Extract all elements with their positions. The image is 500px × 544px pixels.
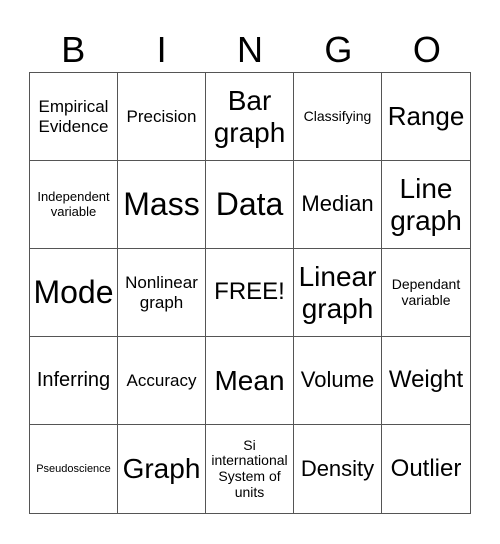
bingo-cell[interactable]: Graph <box>118 425 206 513</box>
bingo-cell[interactable]: Independent variable <box>30 161 118 249</box>
bingo-cell[interactable]: Empirical Evidence <box>30 73 118 161</box>
bingo-cell[interactable]: Linear graph <box>294 249 382 337</box>
bingo-cell[interactable]: Range <box>382 73 470 161</box>
bingo-cell[interactable]: Inferring <box>30 337 118 425</box>
header-letter-n: N <box>237 29 264 70</box>
bingo-cell[interactable]: Bar graph <box>206 73 294 161</box>
bingo-cell[interactable]: Pseudoscience <box>30 425 118 513</box>
bingo-cell[interactable]: Data <box>206 161 294 249</box>
bingo-cell[interactable]: Nonlinear graph <box>118 249 206 337</box>
free-space[interactable]: FREE! <box>206 249 294 337</box>
bingo-cell[interactable]: Median <box>294 161 382 249</box>
bingo-cell[interactable]: Mean <box>206 337 294 425</box>
bingo-cell[interactable]: Si international System of units <box>206 425 294 513</box>
bingo-cell[interactable]: Dependant variable <box>382 249 470 337</box>
bingo-cell[interactable]: Line graph <box>382 161 470 249</box>
bingo-cell[interactable]: Mode <box>30 249 118 337</box>
bingo-cell[interactable]: Classifying <box>294 73 382 161</box>
bingo-cell[interactable]: Outlier <box>382 425 470 513</box>
bingo-cell[interactable]: Weight <box>382 337 470 425</box>
bingo-cell[interactable]: Precision <box>118 73 206 161</box>
bingo-grid: Empirical Evidence Precision Bar graph C… <box>29 72 471 514</box>
bingo-cell[interactable]: Mass <box>118 161 206 249</box>
bingo-header: B I N G O <box>29 28 471 72</box>
bingo-cell[interactable]: Accuracy <box>118 337 206 425</box>
header-letter-i: I <box>156 29 167 70</box>
bingo-cell[interactable]: Volume <box>294 337 382 425</box>
header-letter-b: B <box>61 29 86 70</box>
header-letter-o: O <box>412 29 441 70</box>
header-letter-g: G <box>324 29 353 70</box>
bingo-cell[interactable]: Density <box>294 425 382 513</box>
